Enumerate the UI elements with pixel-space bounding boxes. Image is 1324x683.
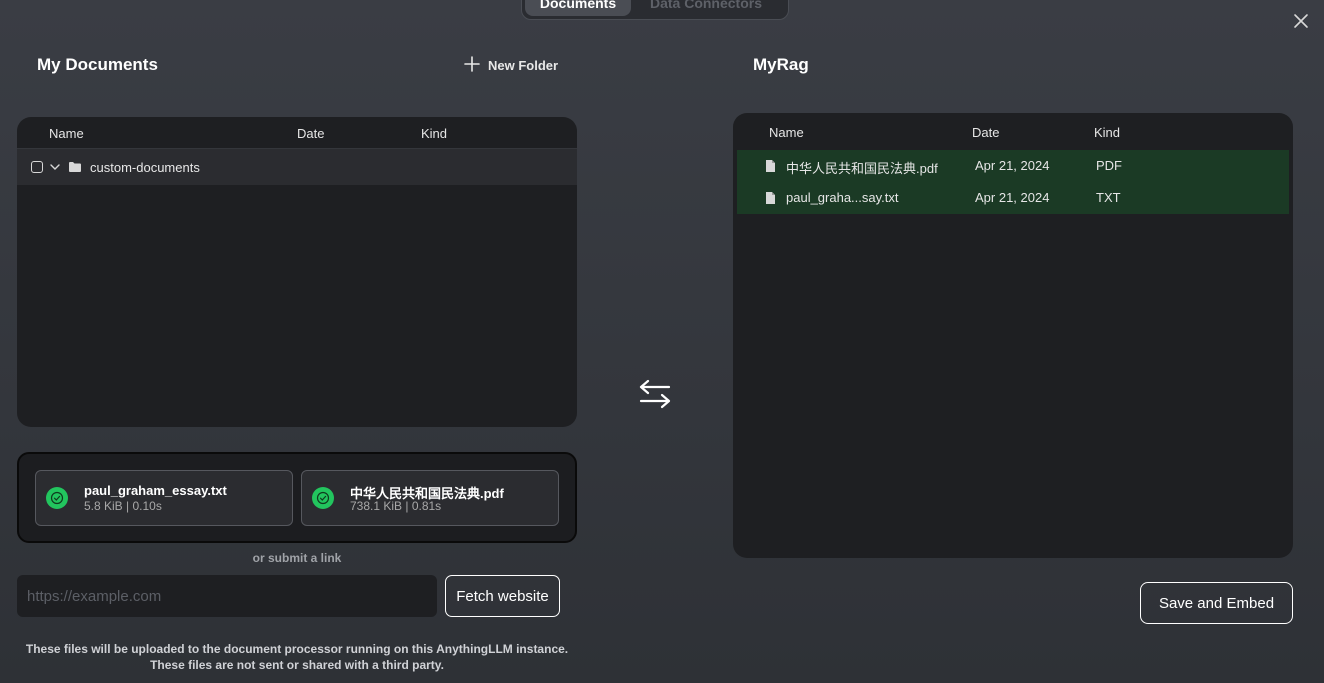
check-circle-icon xyxy=(46,487,68,509)
column-kind: Kind xyxy=(421,126,448,141)
tab-documents[interactable]: Documents xyxy=(525,0,631,16)
save-and-embed-button[interactable]: Save and Embed xyxy=(1140,582,1293,624)
upload-dropzone[interactable]: paul_graham_essay.txt 5.8 KiB | 0.10s 中华… xyxy=(17,452,577,543)
or-submit-link-label: or submit a link xyxy=(252,551,342,565)
document-tabs: Documents Data Connectors xyxy=(521,0,789,20)
tab-data-connectors[interactable]: Data Connectors xyxy=(631,0,781,16)
my-documents-title: My Documents xyxy=(37,55,158,74)
folder-icon xyxy=(68,161,82,173)
privacy-notice: These files will be uploaded to the docu… xyxy=(17,641,577,673)
url-input[interactable] xyxy=(17,575,437,617)
my-documents-table: Name Date Kind custom-documents xyxy=(17,117,577,427)
folder-row[interactable]: custom-documents xyxy=(17,149,577,185)
column-kind: Kind xyxy=(1094,125,1121,140)
column-date: Date xyxy=(297,126,325,141)
file-kind: PDF xyxy=(1096,158,1122,173)
column-date: Date xyxy=(972,125,1000,140)
upload-file-meta: 5.8 KiB | 0.10s xyxy=(84,499,162,513)
check-circle-icon xyxy=(312,487,334,509)
file-icon xyxy=(765,159,776,176)
folder-checkbox[interactable] xyxy=(31,161,43,173)
upload-file-meta: 738.1 KiB | 0.81s xyxy=(350,499,442,513)
notice-line-1: These files will be uploaded to the docu… xyxy=(25,642,569,656)
close-icon[interactable] xyxy=(1292,12,1310,30)
upload-card: 中华人民共和国民法典.pdf 738.1 KiB | 0.81s xyxy=(301,470,559,526)
fetch-website-button[interactable]: Fetch website xyxy=(445,575,560,617)
upload-file-name: paul_graham_essay.txt xyxy=(84,483,227,498)
file-name: 中华人民共和国民法典.pdf xyxy=(786,161,938,176)
table-header: Name Date Kind xyxy=(733,113,1293,149)
workspace-title: MyRag xyxy=(753,55,809,74)
notice-line-2: These files are not sent or shared with … xyxy=(150,658,444,672)
column-name: Name xyxy=(49,126,84,141)
file-date: Apr 21, 2024 xyxy=(975,190,1050,205)
chevron-down-icon[interactable] xyxy=(49,161,61,173)
upload-card: paul_graham_essay.txt 5.8 KiB | 0.10s xyxy=(35,470,293,526)
plus-icon xyxy=(464,56,480,75)
new-folder-button[interactable]: New Folder xyxy=(464,56,558,75)
workspace-documents-table: Name Date Kind 中华人民共和国民法典.pdf Apr 21, 20… xyxy=(733,113,1293,558)
table-header: Name Date Kind xyxy=(17,117,577,149)
column-name: Name xyxy=(769,125,804,140)
file-name: paul_graha...say.txt xyxy=(786,190,899,205)
swap-arrows-icon[interactable] xyxy=(638,378,672,410)
file-icon xyxy=(765,191,776,208)
workspace-file-row[interactable]: 中华人民共和国民法典.pdf Apr 21, 2024 PDF xyxy=(737,150,1289,182)
folder-name: custom-documents xyxy=(90,159,200,175)
new-folder-label: New Folder xyxy=(488,58,559,73)
file-date: Apr 21, 2024 xyxy=(975,158,1050,173)
file-kind: TXT xyxy=(1096,190,1121,205)
workspace-file-row[interactable]: paul_graha...say.txt Apr 21, 2024 TXT xyxy=(737,182,1289,214)
